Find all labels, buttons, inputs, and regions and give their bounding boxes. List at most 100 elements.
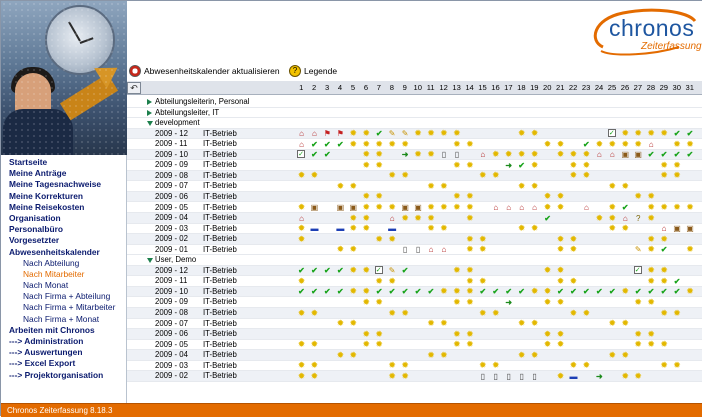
- approved-check-icon[interactable]: ✔: [673, 129, 682, 138]
- weekend-sun-icon[interactable]: ✹: [608, 319, 617, 328]
- weekend-sun-icon[interactable]: ✹: [336, 350, 345, 360]
- approved-check-icon[interactable]: ✔: [582, 140, 591, 149]
- weekend-sun-icon[interactable]: ✹: [647, 297, 656, 307]
- weekend-sun-icon[interactable]: ✹: [297, 361, 306, 370]
- weekend-sun-icon[interactable]: ✹: [491, 361, 500, 370]
- weekend-sun-icon[interactable]: ✹: [621, 350, 630, 360]
- approved-check-icon[interactable]: ✔: [310, 287, 319, 296]
- weekend-sun-icon[interactable]: ✹: [621, 139, 630, 149]
- weekend-sun-icon[interactable]: ✹: [556, 203, 565, 212]
- house-icon[interactable]: ⌂: [297, 129, 306, 138]
- weekend-sun-icon[interactable]: ✹: [686, 203, 695, 212]
- weekend-sun-icon[interactable]: ✹: [401, 371, 410, 381]
- weekend-sun-icon[interactable]: ✹: [452, 139, 461, 149]
- approved-check-icon[interactable]: ✔: [686, 150, 695, 159]
- weekend-sun-icon[interactable]: ✹: [647, 276, 656, 286]
- weekend-sun-icon[interactable]: ✹: [530, 350, 539, 360]
- suitcase-icon[interactable]: ▣: [310, 203, 319, 212]
- weekend-sun-icon[interactable]: ✹: [349, 139, 358, 149]
- weekend-sun-icon[interactable]: ✹: [465, 340, 474, 349]
- refresh-calendar-button[interactable]: Abwesenheitskalender aktualisieren: [129, 63, 280, 79]
- menu-item-meine-anträge[interactable]: Meine Anträge: [1, 168, 126, 179]
- pen-icon[interactable]: ✎: [388, 129, 397, 138]
- expand-triangle-icon[interactable]: [147, 109, 152, 116]
- weekend-sun-icon[interactable]: ✹: [336, 319, 345, 328]
- weekend-sun-icon[interactable]: ✹: [647, 234, 656, 244]
- weekend-sun-icon[interactable]: ✹: [465, 329, 474, 339]
- weekend-sun-icon[interactable]: ✹: [465, 213, 474, 223]
- weekend-sun-icon[interactable]: ✹: [401, 213, 410, 223]
- weekend-sun-icon[interactable]: ✹: [439, 350, 448, 360]
- group-label[interactable]: Abteilungsleiterin, Personal: [155, 97, 249, 107]
- book-icon[interactable]: ▯: [452, 150, 461, 159]
- menu-item-administration[interactable]: ---> Administration: [1, 336, 126, 347]
- weekend-sun-icon[interactable]: ✹: [414, 150, 423, 159]
- weekend-sun-icon[interactable]: ✹: [608, 224, 617, 233]
- weekend-sun-icon[interactable]: ✹: [660, 203, 669, 212]
- weekend-sun-icon[interactable]: ✹: [569, 276, 578, 286]
- weekend-sun-icon[interactable]: ✹: [686, 287, 695, 296]
- approved-check-icon[interactable]: ✔: [673, 287, 682, 296]
- menu-item-meine-reisekosten[interactable]: Meine Reisekosten: [1, 202, 126, 213]
- weekend-sun-icon[interactable]: ✹: [439, 181, 448, 191]
- group-label[interactable]: User, Demo: [155, 255, 196, 265]
- weekend-sun-icon[interactable]: ✹: [543, 287, 552, 296]
- weekend-sun-icon[interactable]: ✹: [556, 192, 565, 201]
- weekend-sun-icon[interactable]: ✹: [452, 340, 461, 349]
- weekend-sun-icon[interactable]: ✹: [465, 234, 474, 244]
- weekend-sun-icon[interactable]: ✹: [660, 171, 669, 180]
- weekend-sun-icon[interactable]: ✹: [543, 192, 552, 201]
- checkbox-icon[interactable]: ✓: [633, 266, 642, 275]
- weekend-sun-icon[interactable]: ✹: [673, 139, 682, 149]
- weekend-sun-icon[interactable]: ✹: [362, 329, 371, 339]
- weekend-sun-icon[interactable]: ✹: [452, 329, 461, 339]
- weekend-sun-icon[interactable]: ✹: [388, 171, 397, 180]
- weekend-sun-icon[interactable]: ✹: [375, 139, 384, 149]
- weekend-sun-icon[interactable]: ✹: [388, 203, 397, 212]
- weekend-sun-icon[interactable]: ✹: [297, 234, 306, 244]
- weekend-sun-icon[interactable]: ✹: [660, 129, 669, 138]
- approved-check-icon[interactable]: ✔: [323, 140, 332, 149]
- weekend-sun-icon[interactable]: ✹: [582, 150, 591, 159]
- question-icon[interactable]: ?: [634, 214, 643, 223]
- arrow-icon[interactable]: ➜: [401, 150, 410, 159]
- weekend-sun-icon[interactable]: ✹: [297, 224, 306, 233]
- weekend-sun-icon[interactable]: ✹: [427, 150, 436, 159]
- weekend-sun-icon[interactable]: ✹: [478, 245, 487, 254]
- pen-icon[interactable]: ✎: [388, 266, 397, 275]
- car-icon[interactable]: ▬: [336, 224, 345, 233]
- menu-item-startseite[interactable]: Startseite: [1, 157, 126, 168]
- checkbox-icon[interactable]: ✓: [297, 150, 305, 159]
- weekend-sun-icon[interactable]: ✹: [556, 329, 565, 339]
- weekend-sun-icon[interactable]: ✹: [569, 234, 578, 244]
- weekend-sun-icon[interactable]: ✹: [673, 160, 682, 170]
- weekend-sun-icon[interactable]: ✹: [452, 129, 461, 138]
- weekend-sun-icon[interactable]: ✹: [297, 203, 306, 212]
- weekend-sun-icon[interactable]: ✹: [582, 361, 591, 370]
- approved-check-icon[interactable]: ✔: [297, 287, 306, 296]
- menu-item-vorgesetzter[interactable]: Vorgesetzter: [1, 235, 126, 246]
- house-icon[interactable]: ⌂: [595, 150, 604, 159]
- approved-check-icon[interactable]: ✔: [427, 287, 436, 296]
- house-icon[interactable]: ⌂: [582, 203, 591, 212]
- weekend-sun-icon[interactable]: ✹: [660, 234, 669, 244]
- menu-item-nach-firma-mitarbeiter[interactable]: Nach Firma + Mitarbeiter: [1, 302, 126, 313]
- suitcase-icon[interactable]: ▣: [673, 224, 682, 233]
- weekend-sun-icon[interactable]: ✹: [530, 287, 539, 296]
- weekend-sun-icon[interactable]: ✹: [310, 171, 319, 180]
- weekend-sun-icon[interactable]: ✹: [465, 287, 474, 296]
- suitcase-icon[interactable]: ▣: [401, 203, 410, 212]
- weekend-sun-icon[interactable]: ✹: [427, 203, 436, 212]
- menu-item-nach-mitarbeiter[interactable]: Nach Mitarbeiter: [1, 269, 126, 280]
- weekend-sun-icon[interactable]: ✹: [608, 213, 617, 223]
- weekend-sun-icon[interactable]: ✹: [556, 245, 565, 254]
- weekend-sun-icon[interactable]: ✹: [686, 139, 695, 149]
- house-icon[interactable]: ⌂: [427, 245, 436, 254]
- house-icon[interactable]: ⌂: [297, 140, 306, 149]
- weekend-sun-icon[interactable]: ✹: [569, 308, 578, 318]
- weekend-sun-icon[interactable]: ✹: [530, 150, 539, 159]
- weekend-sun-icon[interactable]: ✹: [569, 171, 578, 180]
- weekend-sun-icon[interactable]: ✹: [375, 297, 384, 307]
- weekend-sun-icon[interactable]: ✹: [401, 139, 410, 149]
- weekend-sun-icon[interactable]: ✹: [452, 203, 461, 212]
